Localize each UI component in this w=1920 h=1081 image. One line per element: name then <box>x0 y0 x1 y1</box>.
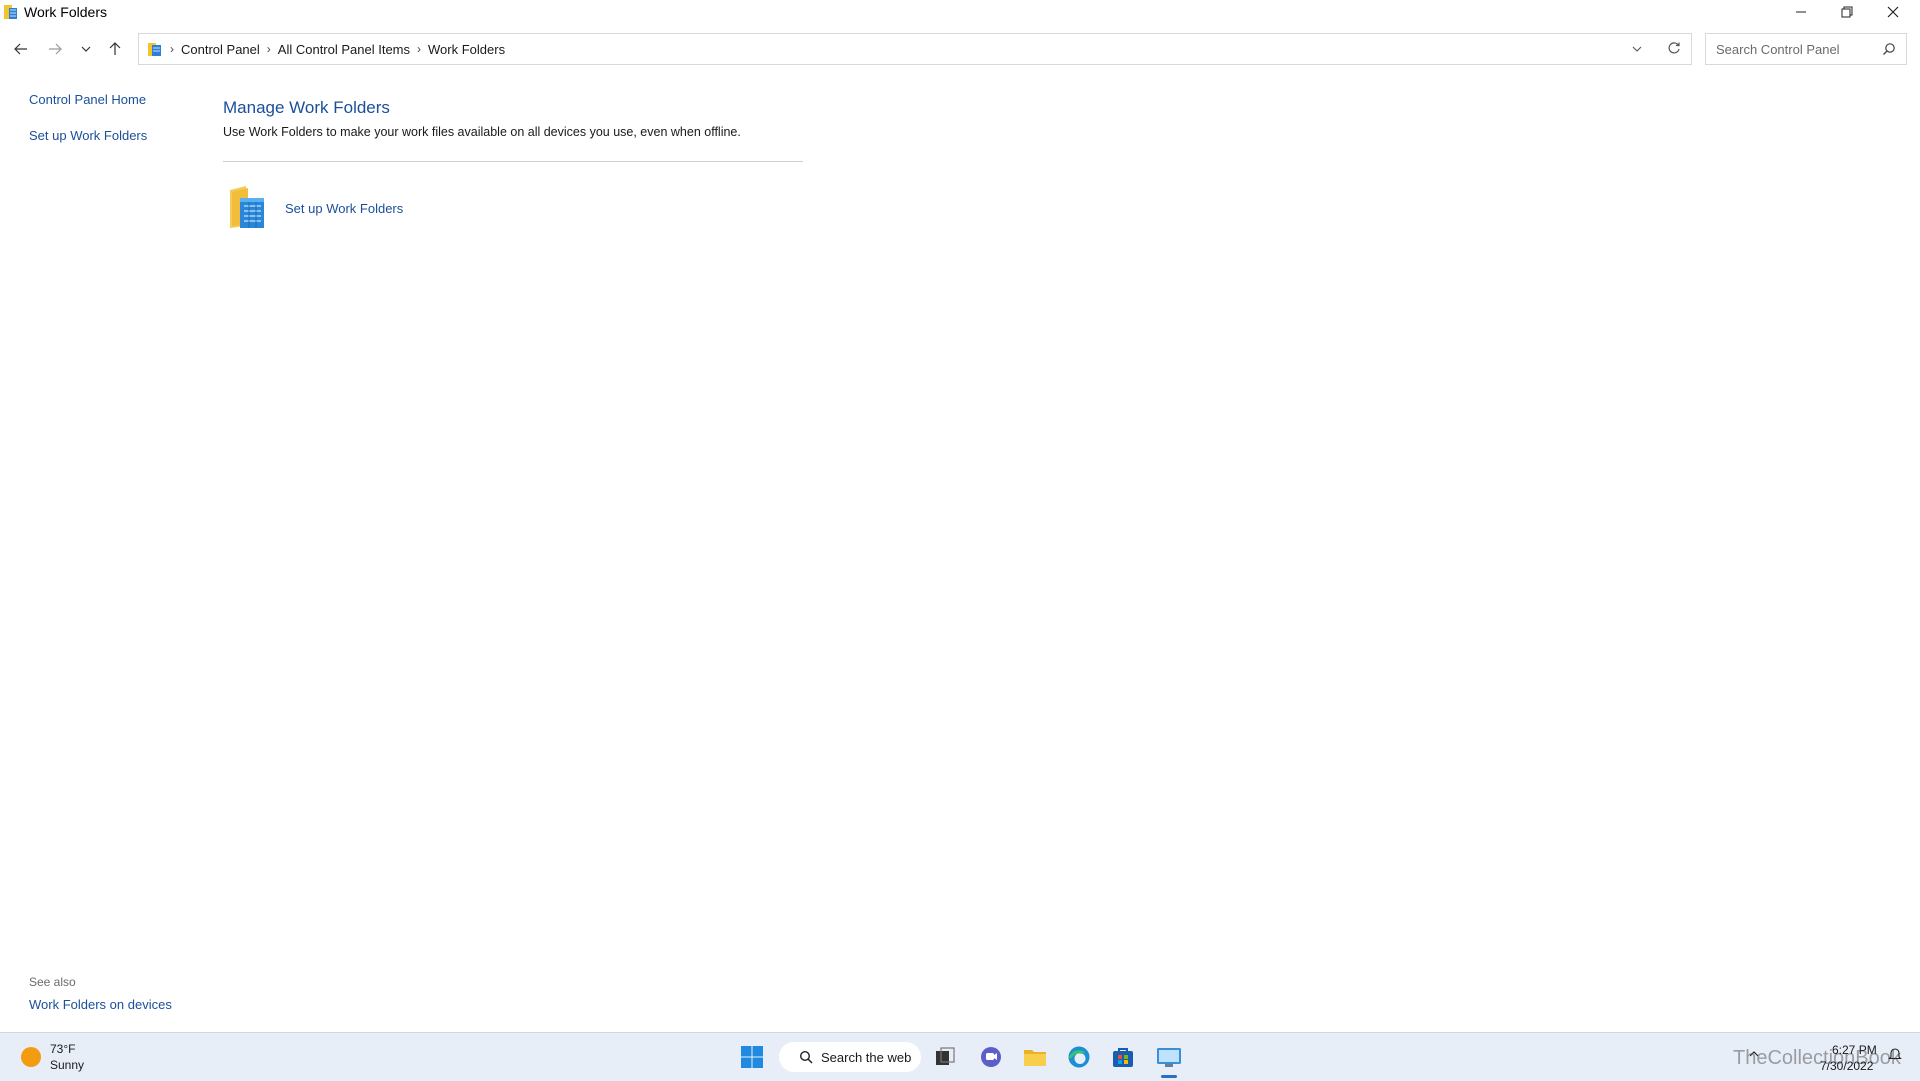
weather-condition: Sunny <box>50 1058 85 1072</box>
navigation-row: › Control Panel › All Control Panel Item… <box>0 26 1920 72</box>
see-also-heading: See also <box>29 975 76 989</box>
edge-browser-button[interactable] <box>1065 1043 1093 1071</box>
breadcrumb-separator[interactable]: › <box>267 42 271 56</box>
close-icon <box>1887 6 1899 17</box>
minimize-button[interactable] <box>1778 0 1824 23</box>
control-panel-taskbar-button[interactable] <box>1155 1043 1183 1071</box>
weather-temperature: 73°F <box>50 1042 76 1056</box>
set-up-work-folders-link[interactable]: Set up Work Folders <box>285 201 403 216</box>
chat-icon <box>981 1047 1001 1067</box>
store-button[interactable] <box>1109 1043 1137 1071</box>
search-icon <box>799 1050 813 1064</box>
nav-control-panel-home[interactable]: Control Panel Home <box>29 92 146 107</box>
recent-locations-button[interactable] <box>73 36 99 62</box>
page-title: Manage Work Folders <box>223 98 390 117</box>
forward-button[interactable] <box>42 36 68 62</box>
taskbar-search[interactable]: Search the web <box>779 1042 921 1072</box>
arrow-right-icon <box>49 43 62 55</box>
chat-button[interactable] <box>977 1043 1005 1071</box>
notification-bell-icon <box>1888 1048 1902 1060</box>
store-icon <box>1113 1048 1133 1067</box>
restore-icon <box>1841 6 1853 17</box>
search-button[interactable] <box>1882 42 1896 61</box>
breadcrumb-control-panel[interactable]: Control Panel <box>181 42 260 57</box>
windows-logo-icon <box>741 1046 763 1068</box>
control-panel-icon <box>1157 1048 1181 1067</box>
task-view-button[interactable] <box>931 1043 959 1071</box>
work-folders-app-icon <box>4 4 17 19</box>
active-app-indicator <box>1161 1075 1177 1078</box>
section-divider <box>223 161 803 162</box>
task-view-icon <box>936 1047 955 1065</box>
title-bar: Work Folders <box>0 0 1920 23</box>
breadcrumb-work-folders[interactable]: Work Folders <box>428 42 505 57</box>
link-work-folders-on-devices[interactable]: Work Folders on devices <box>29 997 172 1012</box>
address-history-button[interactable] <box>1631 42 1643 60</box>
breadcrumb-separator: › <box>170 42 174 56</box>
back-button[interactable] <box>8 36 34 62</box>
arrow-up-icon <box>109 42 121 55</box>
breadcrumb-separator[interactable]: › <box>417 42 421 56</box>
minimize-icon <box>1796 11 1806 12</box>
folder-icon <box>1024 1050 1046 1066</box>
page-description: Use Work Folders to make your work files… <box>223 125 741 139</box>
nav-set-up-work-folders[interactable]: Set up Work Folders <box>29 128 147 143</box>
refresh-button[interactable] <box>1667 41 1681 60</box>
control-panel-icon <box>148 43 161 56</box>
edge-icon <box>1068 1046 1090 1068</box>
restore-button[interactable] <box>1824 0 1870 23</box>
up-button[interactable] <box>102 36 128 62</box>
taskbar-search-label: Search the web <box>821 1049 912 1065</box>
close-button[interactable] <box>1870 0 1916 23</box>
chevron-down-icon <box>1632 46 1642 52</box>
sun-icon <box>21 1047 41 1067</box>
search-box[interactable] <box>1705 33 1907 65</box>
window-title: Work Folders <box>24 3 107 20</box>
search-icon <box>1883 43 1895 55</box>
clock-time[interactable]: 6:27 PM <box>1832 1043 1877 1057</box>
chevron-down-icon <box>81 46 91 52</box>
arrow-left-icon <box>14 43 27 55</box>
start-button[interactable] <box>738 1043 766 1071</box>
work-folders-icon[interactable] <box>228 184 266 230</box>
taskbar: 73°F Sunny Search the web TheCollectionB… <box>0 1032 1920 1081</box>
clock-date[interactable]: 7/30/2022 <box>1820 1059 1873 1073</box>
search-input[interactable] <box>1714 40 1878 58</box>
address-bar[interactable]: › Control Panel › All Control Panel Item… <box>138 33 1692 65</box>
notifications-button[interactable] <box>1886 1045 1904 1063</box>
file-explorer-button[interactable] <box>1021 1043 1049 1071</box>
refresh-icon <box>1668 42 1680 54</box>
breadcrumb-all-items[interactable]: All Control Panel Items <box>278 42 410 57</box>
